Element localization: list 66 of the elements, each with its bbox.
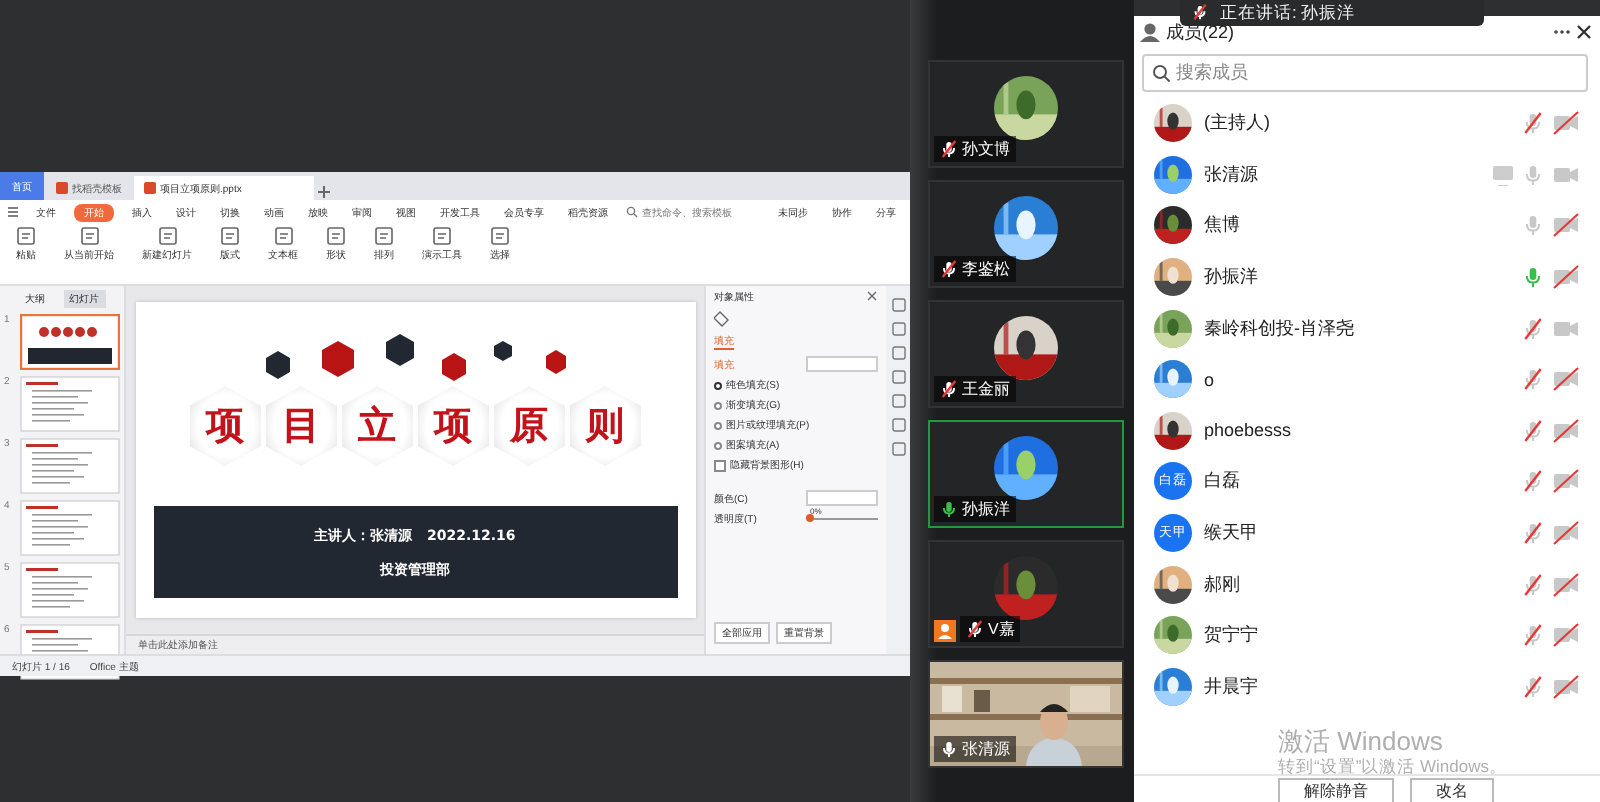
participant-name: 张清源 — [962, 738, 1010, 760]
member-role: (主持人) — [1204, 110, 1272, 137]
checkbox[interactable] — [714, 459, 726, 471]
video-tile[interactable]: 孙振洋 — [928, 420, 1124, 528]
tool-icon — [273, 226, 293, 246]
footer-button[interactable]: 解除静音 — [1278, 778, 1394, 802]
member-row[interactable]: phoebesss — [1154, 405, 1580, 457]
search-icon — [626, 206, 638, 218]
member-row[interactable]: 郝刚 — [1154, 558, 1580, 610]
participant-name: 李鉴松 — [962, 258, 1010, 280]
tool-icon — [432, 226, 452, 246]
activation-notice: 激活 Windows — [1278, 728, 1443, 756]
video-tile[interactable]: 李鉴松 — [928, 180, 1124, 288]
member-row[interactable]: 焦博 — [1154, 200, 1580, 252]
radio-button[interactable] — [714, 441, 722, 449]
member-name: o — [1204, 369, 1217, 390]
footer-button[interactable]: 改名 — [1410, 778, 1494, 802]
video-tile[interactable]: 张清源 — [928, 660, 1124, 768]
member-name: 郝刚 — [1204, 571, 1242, 598]
member-name: 孙振洋 — [1204, 264, 1260, 291]
tool-icon — [157, 226, 177, 246]
color-dropdown[interactable] — [806, 490, 878, 506]
menu-icon — [8, 206, 18, 218]
member-name: 缑天甲 — [1204, 520, 1260, 547]
video-tile[interactable]: 王金丽 — [928, 300, 1124, 408]
member-name: 焦博 — [1204, 212, 1242, 239]
dropdown-field[interactable] — [806, 356, 878, 372]
mic-muted-icon — [1192, 4, 1208, 20]
radio-button[interactable] — [714, 421, 722, 429]
tool-icon — [16, 226, 36, 246]
member-row[interactable]: 张清源 — [1154, 149, 1580, 201]
participant-name: 孙振洋 — [962, 498, 1010, 520]
participant-name: 孙文博 — [962, 138, 1010, 160]
more-icon[interactable] — [1554, 26, 1570, 38]
tool-icon — [490, 226, 510, 246]
member-name: 贺宁宁 — [1204, 622, 1260, 649]
close-icon[interactable] — [866, 290, 878, 302]
radio-button[interactable] — [714, 401, 722, 409]
speaking-notice: 正在讲话: 孙振洋 — [1220, 1, 1356, 23]
video-tile[interactable]: V嘉 — [928, 540, 1124, 648]
search-icon — [1152, 64, 1170, 82]
close-icon[interactable] — [1576, 24, 1592, 40]
people-icon — [1140, 22, 1160, 42]
member-name: 秦岭科创投-肖泽尧 — [1204, 315, 1356, 342]
participant-name: V嘉 — [988, 618, 1015, 640]
member-row[interactable]: 秦岭科创投-肖泽尧 — [1154, 302, 1580, 354]
member-name: 井晨宇 — [1204, 673, 1260, 700]
search-field[interactable]: 搜索成员 — [1142, 54, 1588, 92]
slider-thumb[interactable] — [806, 514, 814, 522]
member-name: 张清源 — [1204, 161, 1260, 188]
member-row[interactable]: 孙振洋 — [1154, 251, 1580, 303]
tool-icon — [220, 226, 240, 246]
tool-icon — [374, 226, 394, 246]
activation-notice: 转到“设置”以激活 Windows。 — [1278, 756, 1508, 776]
member-row[interactable]: 贺宁宁 — [1154, 609, 1580, 662]
member-row[interactable]: 井晨宇 — [1154, 661, 1580, 713]
video-tile[interactable]: 孙文博 — [928, 60, 1124, 168]
plus-icon[interactable] — [316, 184, 332, 200]
member-row[interactable]: (主持人) — [1154, 98, 1580, 150]
member-name: 白磊 — [1204, 468, 1242, 495]
participant-name: 王金丽 — [962, 378, 1010, 400]
tool-icon — [326, 226, 346, 246]
radio-button[interactable] — [714, 381, 722, 389]
member-name: phoebesss — [1204, 420, 1294, 441]
member-row[interactable]: o — [1154, 353, 1580, 406]
tool-icon — [79, 226, 99, 246]
